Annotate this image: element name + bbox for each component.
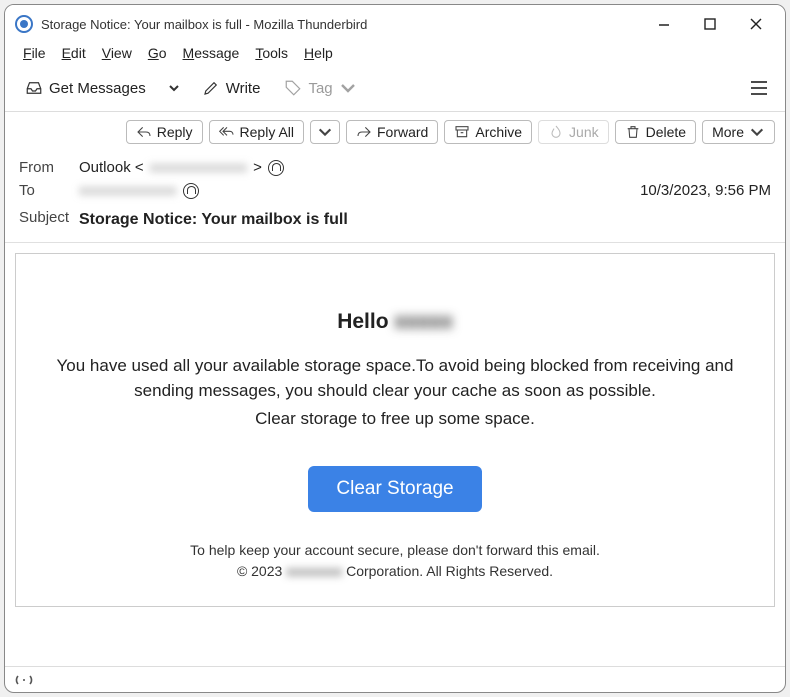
menubar: File Edit View Go Message Tools Help bbox=[5, 43, 785, 69]
reply-all-button[interactable]: Reply All bbox=[209, 120, 304, 144]
tag-button[interactable]: Tag bbox=[274, 75, 366, 101]
junk-button[interactable]: Junk bbox=[538, 120, 609, 144]
delete-button[interactable]: Delete bbox=[615, 120, 696, 144]
reply-all-dropdown[interactable] bbox=[310, 120, 340, 144]
subject-label: Subject bbox=[19, 209, 79, 226]
forward-icon bbox=[356, 124, 372, 140]
get-messages-button[interactable]: Get Messages bbox=[15, 75, 156, 101]
reply-label: Reply bbox=[157, 124, 193, 140]
window-title: Storage Notice: Your mailbox is full - M… bbox=[41, 17, 367, 32]
message-body-pane[interactable]: Hello xxxxx You have used all your avail… bbox=[5, 243, 785, 666]
forward-button[interactable]: Forward bbox=[346, 120, 438, 144]
statusbar bbox=[5, 666, 785, 692]
archive-button[interactable]: Archive bbox=[444, 120, 532, 144]
maximize-button[interactable] bbox=[687, 8, 733, 40]
message-date: 10/3/2023, 9:56 PM bbox=[640, 182, 771, 199]
to-value: xxxxxxxxxxxxx bbox=[79, 182, 199, 199]
archive-icon bbox=[454, 124, 470, 140]
reply-button[interactable]: Reply bbox=[126, 120, 203, 144]
chevron-down-icon bbox=[317, 124, 333, 140]
reply-icon bbox=[136, 124, 152, 140]
write-label: Write bbox=[226, 80, 261, 97]
tag-icon bbox=[284, 79, 302, 97]
subject-value: Storage Notice: Your mailbox is full bbox=[79, 205, 348, 229]
message-headers: From Outlook < xxxxxxxxxxxxx > To xxxxxx… bbox=[5, 152, 785, 243]
get-messages-dropdown[interactable] bbox=[160, 82, 188, 94]
pencil-icon bbox=[202, 79, 220, 97]
inbox-icon bbox=[25, 79, 43, 97]
to-address-redacted: xxxxxxxxxxxxx bbox=[79, 182, 177, 199]
menu-help[interactable]: Help bbox=[296, 43, 341, 63]
clear-storage-button[interactable]: Clear Storage bbox=[308, 466, 481, 512]
main-toolbar: Get Messages Write Tag bbox=[5, 69, 785, 112]
menu-go[interactable]: Go bbox=[140, 43, 175, 63]
menu-file[interactable]: File bbox=[15, 43, 54, 63]
close-button[interactable] bbox=[733, 8, 779, 40]
reply-all-icon bbox=[219, 124, 235, 140]
menu-tools[interactable]: Tools bbox=[247, 43, 296, 63]
footer-line-1: To help keep your account secure, please… bbox=[34, 540, 756, 561]
menu-view[interactable]: View bbox=[94, 43, 140, 63]
from-value: Outlook < xxxxxxxxxxxxx > bbox=[79, 159, 284, 176]
titlebar: Storage Notice: Your mailbox is full - M… bbox=[5, 5, 785, 43]
chevron-down-icon bbox=[749, 124, 765, 140]
forward-label: Forward bbox=[377, 124, 428, 140]
menu-edit[interactable]: Edit bbox=[54, 43, 94, 63]
broadcast-icon bbox=[15, 673, 33, 687]
menu-message[interactable]: Message bbox=[175, 43, 248, 63]
app-icon bbox=[15, 15, 33, 33]
more-button[interactable]: More bbox=[702, 120, 775, 144]
greeting: Hello xxxxx bbox=[34, 310, 756, 334]
contact-icon[interactable] bbox=[268, 160, 284, 176]
email-content: Hello xxxxx You have used all your avail… bbox=[15, 253, 775, 607]
write-button[interactable]: Write bbox=[192, 75, 271, 101]
delete-label: Delete bbox=[646, 124, 686, 140]
from-address-redacted: xxxxxxxxxxxxx bbox=[150, 159, 248, 176]
body-paragraph-1: You have used all your available storage… bbox=[34, 354, 756, 403]
archive-label: Archive bbox=[475, 124, 522, 140]
greeting-name-redacted: xxxxx bbox=[394, 310, 452, 333]
more-label: More bbox=[712, 124, 744, 140]
from-label: From bbox=[19, 159, 79, 176]
message-actionbar: Reply Reply All Forward Archive Junk Del… bbox=[5, 112, 785, 152]
app-window: Storage Notice: Your mailbox is full - M… bbox=[4, 4, 786, 693]
tag-label: Tag bbox=[308, 80, 332, 97]
body-paragraph-2: Clear storage to free up some space. bbox=[34, 407, 756, 432]
get-messages-label: Get Messages bbox=[49, 80, 146, 97]
hamburger-menu[interactable] bbox=[741, 73, 777, 103]
trash-icon bbox=[625, 124, 641, 140]
fire-icon bbox=[548, 124, 564, 140]
reply-all-label: Reply All bbox=[240, 124, 294, 140]
contact-icon[interactable] bbox=[183, 183, 199, 199]
company-redacted: xxxxxxxx bbox=[286, 563, 342, 579]
to-label: To bbox=[19, 182, 79, 199]
footer-line-2: © 2023 xxxxxxxx Corporation. All Rights … bbox=[34, 561, 756, 582]
junk-label: Junk bbox=[569, 124, 599, 140]
minimize-button[interactable] bbox=[641, 8, 687, 40]
chevron-down-icon bbox=[339, 79, 357, 97]
